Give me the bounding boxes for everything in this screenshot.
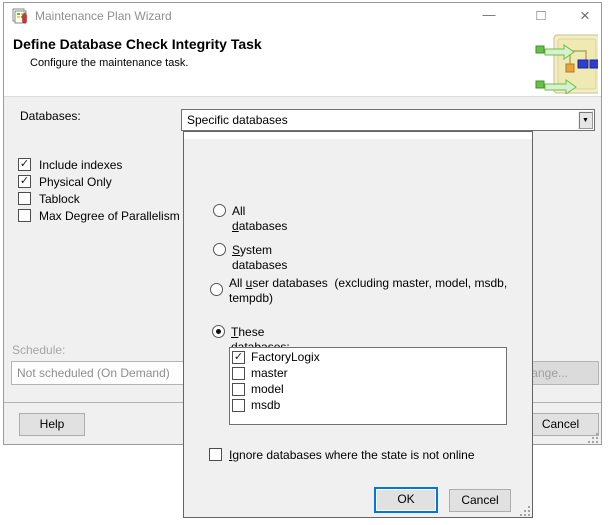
model-label: model — [251, 382, 284, 396]
databases-combobox-value: Specific databases — [187, 113, 288, 127]
minimize-button[interactable]: — — [473, 3, 505, 30]
screenshot-canvas: Maintenance Plan Wizard — □ × Define Dat… — [0, 0, 609, 525]
msdb-label: msdb — [251, 398, 281, 412]
wizard-header: Define Database Check Integrity Task Con… — [4, 30, 601, 97]
chevron-down-icon: ▼ — [582, 117, 589, 124]
system-databases-radio[interactable] — [213, 243, 226, 256]
close-icon: × — [580, 6, 590, 25]
popup-resize-grip[interactable] — [520, 506, 531, 517]
databases-combobox-dropdown-button[interactable]: ▼ — [578, 111, 593, 129]
all-user-databases-label[interactable]: All user databases (excluding master, mo… — [229, 276, 527, 306]
physical-only-checkbox[interactable]: ✓ — [18, 175, 31, 188]
titlebar: Maintenance Plan Wizard — □ × — [4, 3, 601, 30]
database-selection-popup: All databases System databases All user … — [183, 131, 533, 518]
all-databases-radio[interactable] — [213, 204, 226, 217]
all-databases-label[interactable]: All databases — [232, 204, 287, 234]
all-user-databases-radio[interactable] — [210, 283, 223, 296]
list-item-master[interactable]: master — [232, 366, 506, 382]
max-degree-parallelism-checkbox[interactable] — [18, 209, 31, 222]
master-checkbox[interactable] — [232, 367, 245, 381]
include-indexes-checkbox[interactable]: ✓ — [18, 158, 31, 171]
close-button[interactable]: × — [569, 3, 601, 30]
databases-combobox[interactable]: Specific databases ▼ — [181, 109, 595, 131]
msdb-checkbox[interactable] — [232, 399, 245, 413]
schedule-label: Schedule: — [12, 343, 66, 357]
schedule-value: Not scheduled (On Demand) — [17, 366, 170, 380]
master-label: master — [251, 366, 288, 380]
include-indexes-label[interactable]: Include indexes — [39, 158, 122, 172]
help-button[interactable]: Help — [19, 413, 85, 436]
tablock-checkbox[interactable] — [18, 192, 31, 205]
databases-listbox[interactable]: ✓ FactoryLogix master model msdb — [229, 347, 507, 425]
window-resize-grip[interactable] — [588, 433, 599, 444]
window-title: Maintenance Plan Wizard — [35, 9, 172, 23]
model-checkbox[interactable] — [232, 383, 245, 397]
these-databases-radio[interactable] — [212, 325, 225, 338]
minimize-icon: — — [482, 7, 496, 22]
maximize-icon: □ — [536, 7, 546, 24]
list-item-model[interactable]: model — [232, 382, 506, 398]
databases-label: Databases: — [20, 109, 81, 123]
popup-cancel-button[interactable]: Cancel — [449, 489, 511, 512]
list-item-msdb[interactable]: msdb — [232, 398, 506, 414]
system-databases-label[interactable]: System databases — [232, 243, 287, 273]
ignore-offline-checkbox[interactable] — [209, 448, 222, 461]
maintenance-plan-icon[interactable] — [12, 8, 29, 25]
maintenance-task-graphic-icon — [535, 34, 598, 94]
list-item-factorylogix[interactable]: ✓ FactoryLogix — [232, 350, 506, 366]
tablock-label[interactable]: Tablock — [39, 192, 80, 206]
popup-top-strip — [184, 132, 532, 139]
ignore-offline-label[interactable]: Ignore databases where the state is not … — [229, 448, 475, 462]
factorylogix-label: FactoryLogix — [251, 350, 320, 364]
page-subtitle: Configure the maintenance task. — [30, 57, 189, 69]
max-degree-parallelism-label[interactable]: Max Degree of Parallelism — [39, 209, 180, 223]
physical-only-label[interactable]: Physical Only — [39, 175, 112, 189]
ok-button[interactable]: OK — [374, 487, 438, 513]
maximize-button[interactable]: □ — [525, 3, 557, 30]
factorylogix-checkbox[interactable]: ✓ — [232, 351, 245, 365]
page-title: Define Database Check Integrity Task — [13, 36, 262, 52]
